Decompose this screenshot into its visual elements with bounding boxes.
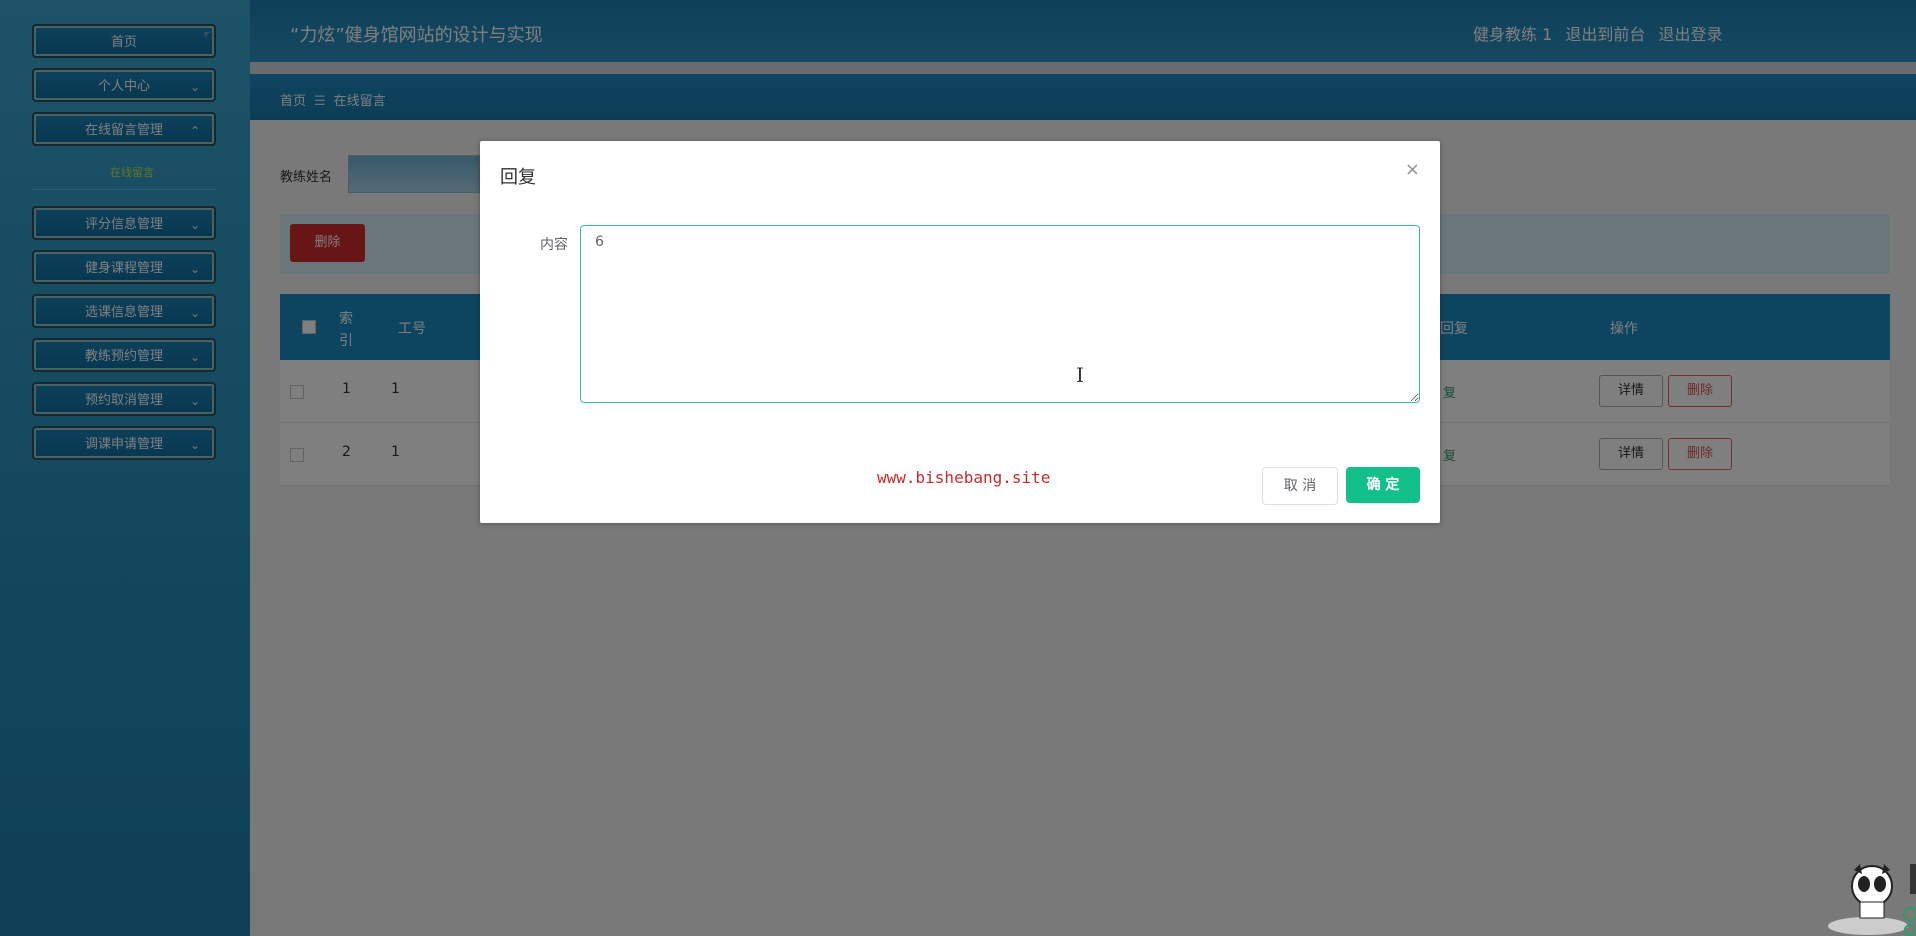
content-textarea[interactable]: 6 xyxy=(580,225,1420,403)
text-cursor-icon: I xyxy=(1076,363,1084,387)
dialog-title: 回复 xyxy=(500,167,536,188)
cancel-button[interactable]: 取 消 xyxy=(1262,467,1338,505)
content-label: 内容 xyxy=(540,237,568,253)
close-icon[interactable]: × xyxy=(1405,159,1420,180)
reply-dialog: 回复 × 内容 6 I www.bishebang.site 取 消 确 定 xyxy=(480,141,1440,523)
confirm-button[interactable]: 确 定 xyxy=(1346,467,1420,503)
watermark-text: www.bishebang.site xyxy=(877,468,1051,487)
mascot-icon xyxy=(1828,864,1916,936)
